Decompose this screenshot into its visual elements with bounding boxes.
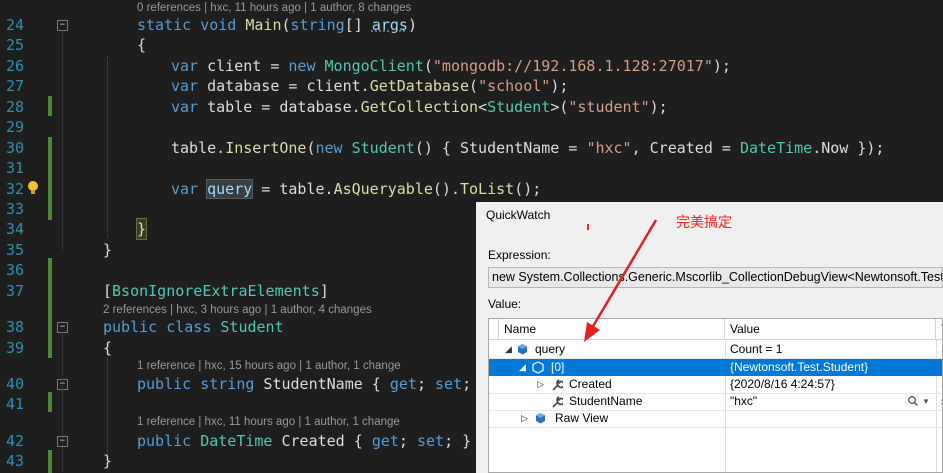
annotation-arrow-icon [584, 219, 658, 342]
